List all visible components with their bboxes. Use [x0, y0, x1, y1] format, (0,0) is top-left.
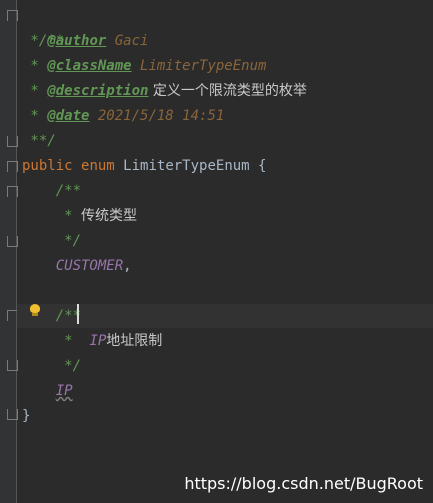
fold-expand-icon[interactable]	[7, 136, 18, 147]
javadoc-value: 定义一个限流类型的枚举	[148, 83, 307, 99]
code-line[interactable]: /**	[22, 179, 81, 204]
javadoc-tag: @author	[47, 33, 107, 49]
code-line[interactable]: /**	[22, 4, 64, 49]
doc-prefix: *	[22, 83, 48, 99]
doc-prefix: *	[22, 33, 48, 49]
fold-expand-icon[interactable]	[7, 360, 18, 371]
doc-text: 传统类型	[81, 208, 138, 224]
doc-prefix: *	[22, 208, 82, 224]
text-caret	[77, 304, 79, 324]
gutter-divider	[16, 0, 17, 503]
code-line[interactable]: */	[22, 354, 81, 379]
closing-brace: }	[22, 408, 31, 424]
doc-prefix: *	[22, 58, 48, 74]
watermark: https://blog.csdn.net/BugRoot	[184, 474, 423, 493]
code-line[interactable]: **/	[22, 129, 56, 154]
javadoc-value: LimiterTypeEnum	[131, 58, 267, 74]
doc-comment-close: */	[22, 233, 82, 249]
fold-expand-icon[interactable]	[7, 409, 18, 420]
fold-collapse-icon[interactable]	[7, 161, 18, 172]
javadoc-tag: @date	[47, 108, 90, 124]
javadoc-tag: @description	[47, 83, 149, 99]
code-line[interactable]: CUSTOMER,	[22, 254, 132, 279]
code-line[interactable]: }	[22, 404, 30, 429]
javadoc-value: Gaci	[106, 33, 149, 49]
doc-text: 地址限制	[106, 333, 163, 349]
javadoc-value: 2021/5/18 14:51	[89, 108, 225, 124]
enum-constant: CUSTOMER	[55, 258, 124, 274]
code-line[interactable]: * @author Gaci	[22, 29, 148, 54]
code-line[interactable]: * @description 定义一个限流类型的枚举	[22, 79, 307, 104]
keyword-public: public	[22, 158, 73, 174]
code-line[interactable]: /**	[22, 304, 81, 329]
doc-comment-open: /**	[22, 183, 82, 199]
fold-collapse-icon[interactable]	[7, 10, 18, 21]
keyword-enum: enum	[81, 158, 115, 174]
code-line[interactable]: * @className LimiterTypeEnum	[22, 54, 266, 79]
code-line[interactable]: public enum LimiterTypeEnum {	[22, 154, 266, 179]
enum-constant: IP	[55, 383, 73, 399]
doc-comment-close: */	[22, 358, 82, 374]
editor-gutter	[0, 0, 16, 503]
fold-expand-icon[interactable]	[7, 236, 18, 247]
comma: ,	[123, 258, 132, 274]
doc-prefix: *	[22, 333, 90, 349]
code-line[interactable]: * IP地址限制	[22, 329, 162, 354]
doc-comment-close: **/	[22, 133, 56, 149]
code-line[interactable]: * 传统类型	[22, 204, 137, 229]
doc-prefix: *	[22, 108, 48, 124]
code-line[interactable]: * @date 2021/5/18 14:51	[22, 104, 224, 129]
doc-ip-ref: IP	[89, 333, 107, 349]
enum-name: LimiterTypeEnum {	[123, 158, 267, 174]
fold-collapse-icon[interactable]	[7, 186, 18, 197]
doc-comment-open: /**	[22, 308, 82, 324]
code-line[interactable]: IP	[22, 379, 73, 404]
code-line[interactable]: */	[22, 229, 81, 254]
javadoc-tag: @className	[47, 58, 132, 74]
